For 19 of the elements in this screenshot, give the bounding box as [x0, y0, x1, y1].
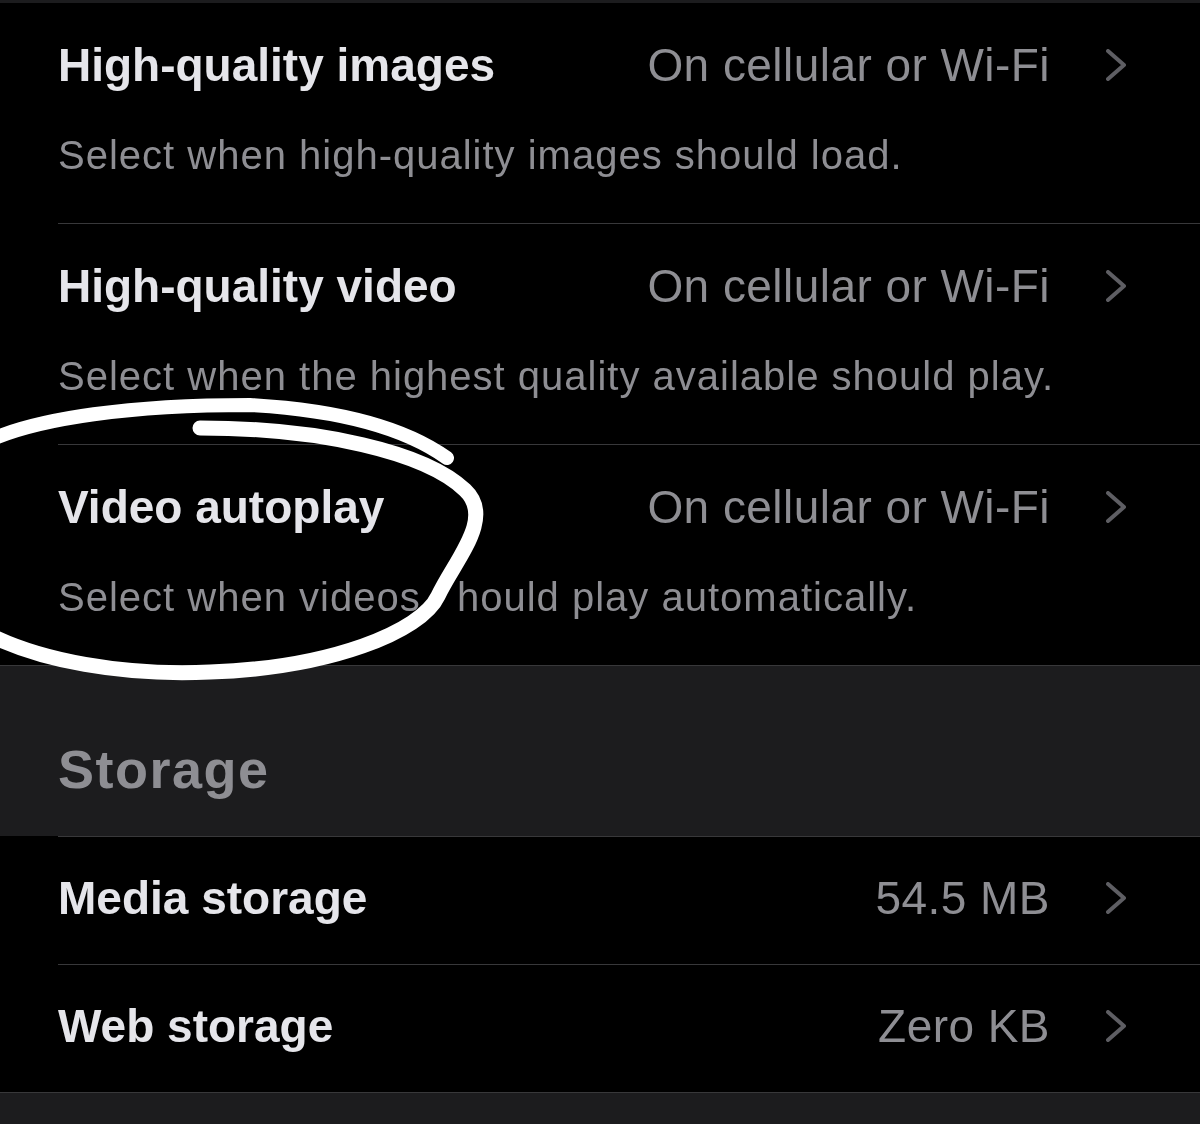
setting-title: High-quality images: [58, 39, 496, 91]
setting-description: Select when videos hould play automatically.: [58, 574, 919, 620]
setting-title: Web storage: [58, 1000, 334, 1052]
setting-title: High-quality video: [58, 260, 457, 312]
chevron-icon: [1106, 270, 1126, 302]
setting-description: Select when the highest quality available should play.: [58, 353, 1056, 399]
setting-value: 54.5 MB: [875, 872, 1050, 924]
setting-value: Zero KB: [878, 1000, 1050, 1052]
setting-value: On cellular or Wi-Fi: [647, 481, 1050, 533]
setting-title: Media storage: [58, 872, 368, 924]
chevron-icon: [1106, 882, 1126, 914]
setting-description: Select when high-quality images should load.: [58, 132, 904, 178]
chevron-icon: [1106, 491, 1126, 523]
chevron-icon: [1106, 49, 1126, 81]
setting-value: On cellular or Wi-Fi: [647, 39, 1050, 91]
setting-value: On cellular or Wi-Fi: [647, 260, 1050, 312]
chevron-icon: [1106, 1010, 1126, 1042]
setting-title: Video autoplay: [58, 481, 385, 533]
section-header: Storage: [58, 739, 270, 799]
